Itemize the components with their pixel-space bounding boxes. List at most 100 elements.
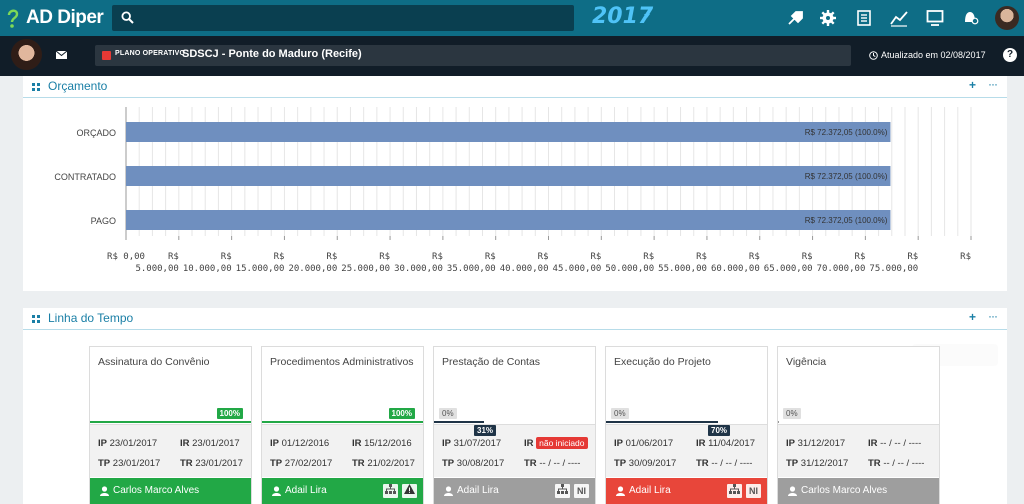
- date-right: TR 23/01/2017: [180, 458, 243, 469]
- execution-bar: [434, 421, 484, 423]
- mail-icon[interactable]: [56, 51, 67, 59]
- user-name: Adail Lira: [457, 485, 499, 496]
- search-input[interactable]: [112, 5, 574, 31]
- more-button[interactable]: ···: [988, 309, 998, 323]
- timeline-card[interactable]: Assinatura do Convênio 100% IP 23/01/2017 I…: [89, 346, 252, 504]
- card-title: Assinatura do Convênio: [98, 356, 210, 368]
- progress-badge: 0%: [439, 408, 457, 419]
- responsible-user[interactable]: Adail Lira: [272, 485, 327, 496]
- card-footer[interactable]: Carlos Marco Alves: [778, 478, 939, 504]
- responsible-user[interactable]: Adail Lira: [444, 485, 499, 496]
- status-tag[interactable]: NI: [574, 484, 589, 498]
- user-icon: [100, 485, 109, 496]
- x-tick-label: R$ 75.000,00: [869, 252, 918, 274]
- monitor-icon[interactable]: [926, 9, 944, 27]
- logo[interactable]: AD Diper: [6, 5, 104, 31]
- date-left: IP 31/07/2017: [442, 438, 502, 449]
- timeline-card[interactable]: Vigência 0% IP 31/12/2017 IR -- / -- / ----…: [777, 346, 940, 504]
- card-title: Procedimentos Administrativos: [270, 356, 414, 368]
- responsible-user[interactable]: Carlos Marco Alves: [788, 485, 887, 496]
- user-name: Carlos Marco Alves: [801, 485, 888, 496]
- plan-status-dot: [102, 51, 111, 60]
- bar: [126, 166, 891, 186]
- hierarchy-icon[interactable]: [727, 484, 742, 498]
- panel-header: Linha do Tempo + ···: [23, 308, 1007, 330]
- progress-bar: [262, 421, 423, 423]
- search-icon: [121, 11, 134, 24]
- timeline-card[interactable]: Prestação de Contas 0% 31% IP 31/07/2017 IR …: [433, 346, 596, 504]
- user-name: Carlos Marco Alves: [113, 485, 200, 496]
- category-label: ORÇADO: [76, 128, 116, 138]
- x-tick-label: R$ 20.000,00: [288, 252, 337, 274]
- date-right: IR 11/04/2017: [696, 438, 755, 449]
- x-tick-label: R$ 50.000,00: [605, 252, 654, 274]
- user-icon: [444, 485, 453, 496]
- top-bar: AD Diper 2017: [0, 0, 1024, 36]
- status-tag[interactable]: NI: [746, 484, 761, 498]
- rocket-icon[interactable]: [787, 9, 805, 27]
- warning-icon[interactable]: [402, 484, 417, 498]
- category-label: CONTRATADO: [54, 172, 116, 182]
- progress-badge: 100%: [216, 408, 243, 419]
- bar: [126, 122, 891, 142]
- timeline-card[interactable]: Execução do Projeto 0% 70% IP 01/06/2017 IR …: [605, 346, 768, 504]
- date-right: IR não iniciado: [524, 437, 588, 449]
- budget-chart: ORÇADO R$ 72.372,05 (100.0%) CONTRATADO R$ …: [54, 107, 972, 274]
- date-right: TR -- / -- / ----: [696, 458, 753, 469]
- date-left: IP 31/12/2017: [786, 438, 846, 449]
- chart-line-icon[interactable]: [890, 9, 908, 27]
- date-right: IR 23/01/2017: [180, 438, 240, 449]
- responsible-user[interactable]: Carlos Marco Alves: [100, 485, 199, 496]
- date-left: TP 27/02/2017: [270, 458, 333, 469]
- budget-panel: Orçamento + ··· ORÇADO R$ 72.372,05 (100.…: [23, 76, 1007, 291]
- panel-title: Linha do Tempo: [48, 311, 134, 325]
- date-right: TR -- / -- / ----: [868, 458, 925, 469]
- card-dates: IP 01/06/2017 IR 11/04/2017 TP 30/09/2017 T…: [606, 424, 767, 477]
- chevron-down-icon[interactable]: [644, 14, 650, 18]
- progress-bar: [90, 421, 251, 423]
- gear-icon[interactable]: [819, 9, 837, 27]
- drag-handle-icon[interactable]: [32, 315, 40, 323]
- execution-badge: 31%: [474, 425, 497, 436]
- card-footer[interactable]: Carlos Marco Alves: [90, 478, 251, 504]
- x-tick-label: R$ 10.000,00: [183, 252, 232, 274]
- date-row: TP 30/09/2017 TR -- / -- / ----: [614, 458, 752, 469]
- x-tick-label: R$ 55.000,00: [658, 252, 707, 274]
- card-footer[interactable]: Adail Lira NI: [606, 478, 767, 504]
- card-footer[interactable]: Adail Lira: [262, 478, 423, 504]
- x-tick-label: R$ 30.000,00: [394, 252, 443, 274]
- logo-mark-icon: [7, 9, 19, 28]
- clock-icon: [869, 50, 878, 60]
- x-tick-label: R$ 0,00: [107, 252, 145, 262]
- date-right: IR -- / -- / ----: [868, 438, 922, 449]
- card-dates: IP 23/01/2017 IR 23/01/2017 TP 23/01/2017 T…: [90, 424, 251, 477]
- card-dates: IP 31/07/2017 IR não iniciado TP 30/08/201…: [434, 424, 595, 477]
- plan-label: PLANO OPERATIVO: [115, 50, 186, 57]
- card-footer[interactable]: Adail Lira NI: [434, 478, 595, 504]
- user-name: Adail Lira: [285, 485, 327, 496]
- timeline-card[interactable]: Procedimentos Administrativos 100% IP 01/1…: [261, 346, 424, 504]
- responsible-user[interactable]: Adail Lira: [616, 485, 671, 496]
- hierarchy-icon[interactable]: [383, 484, 398, 498]
- x-tick-label: R$ 15.000,00: [236, 252, 285, 274]
- date-left: TP 30/08/2017: [442, 458, 505, 469]
- updated-text: Atualizado em 02/08/2017: [881, 50, 986, 60]
- date-right: IR 15/12/2016: [352, 438, 412, 449]
- add-button[interactable]: +: [969, 310, 976, 324]
- date-left: IP 01/06/2017: [614, 438, 674, 449]
- user-avatar[interactable]: [995, 6, 1019, 30]
- help-button[interactable]: ?: [1003, 48, 1017, 62]
- x-tick-label: R$ 25.000,00: [341, 252, 390, 274]
- x-tick-label: R$ 35.000,00: [447, 252, 496, 274]
- plan-selector[interactable]: PLANO OPERATIVO SDSCJ - Ponte do Maduro …: [95, 45, 851, 66]
- date-row: TP 31/12/2017 TR -- / -- / ----: [786, 458, 924, 469]
- date-row: IP 31/07/2017 IR não iniciado: [442, 437, 588, 449]
- document-icon[interactable]: [855, 9, 873, 27]
- hierarchy-icon[interactable]: [555, 484, 570, 498]
- date-left: TP 31/12/2017: [786, 458, 849, 469]
- avatar[interactable]: [11, 39, 42, 70]
- date-right: TR 21/02/2017: [352, 458, 415, 469]
- date-right: TR -- / -- / ----: [524, 458, 581, 469]
- x-tick-label: R$ 65.000,00: [764, 252, 813, 274]
- notification-icon[interactable]: [961, 9, 979, 27]
